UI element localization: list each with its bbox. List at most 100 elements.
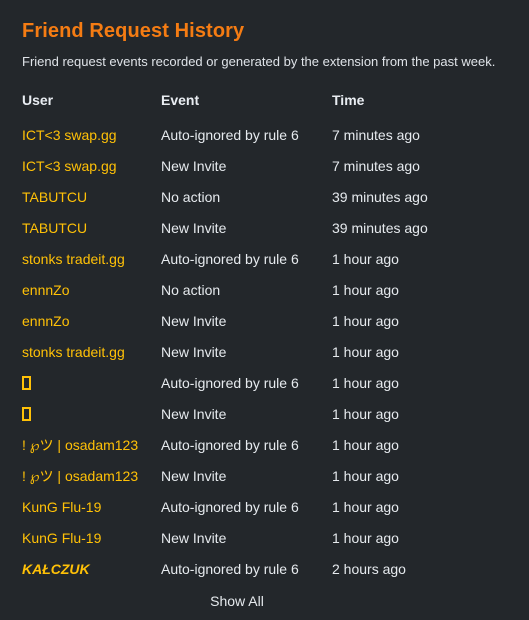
cell-event: No action bbox=[161, 181, 332, 212]
cell-time: 1 hour ago bbox=[332, 460, 524, 491]
table-body: ICT<3 swap.gg Auto-ignored by rule 6 7 min… bbox=[22, 119, 524, 584]
table-row: Auto-ignored by rule 6 1 hour ago bbox=[22, 367, 524, 398]
cell-event: New Invite bbox=[161, 522, 332, 553]
cell-time: 1 hour ago bbox=[332, 491, 524, 522]
table-row: New Invite 1 hour ago bbox=[22, 398, 524, 429]
cell-user: ennnZo bbox=[22, 274, 161, 305]
cell-time: 1 hour ago bbox=[332, 398, 524, 429]
time-label: 2 hours ago bbox=[332, 560, 406, 577]
time-label: 39 minutes ago bbox=[332, 188, 428, 205]
table-row: ! ℘ツ | osadam123 New Invite 1 hour ago bbox=[22, 460, 524, 491]
cell-time: 1 hour ago bbox=[332, 243, 524, 274]
table-row: stonks tradeit.gg Auto-ignored by rule 6 1… bbox=[22, 243, 524, 274]
friend-request-history-panel: Friend Request History Friend request ev… bbox=[0, 0, 529, 620]
event-label: Auto-ignored by rule 6 bbox=[161, 250, 299, 267]
cell-user: ICT<3 swap.gg bbox=[22, 150, 161, 181]
cell-time: 1 hour ago bbox=[332, 367, 524, 398]
cell-user: ! ℘ツ | osadam123 bbox=[22, 460, 161, 491]
table-row: KunG Flu-19 Auto-ignored by rule 6 1 hour … bbox=[22, 491, 524, 522]
cell-user: stonks tradeit.gg bbox=[22, 336, 161, 367]
username-label bbox=[22, 406, 31, 422]
column-header-user: User bbox=[22, 92, 54, 108]
event-label: Auto-ignored by rule 6 bbox=[161, 126, 299, 143]
event-label: Auto-ignored by rule 6 bbox=[161, 560, 299, 577]
event-label: New Invite bbox=[161, 219, 227, 236]
cell-user: KunG Flu-19 bbox=[22, 491, 161, 522]
username-label: stonks tradeit.gg bbox=[22, 343, 125, 360]
time-label: 1 hour ago bbox=[332, 312, 399, 329]
cell-time: 7 minutes ago bbox=[332, 150, 524, 181]
event-label: New Invite bbox=[161, 467, 227, 484]
event-label: New Invite bbox=[161, 529, 227, 546]
cell-user: stonks tradeit.gg bbox=[22, 243, 161, 274]
table-row: TABUTCU New Invite 39 minutes ago bbox=[22, 212, 524, 243]
cell-event: Auto-ignored by rule 6 bbox=[161, 367, 332, 398]
username-label: ICT<3 swap.gg bbox=[22, 126, 117, 143]
missing-glyph-icon bbox=[22, 406, 31, 421]
cell-event: Auto-ignored by rule 6 bbox=[161, 243, 332, 274]
event-label: New Invite bbox=[161, 405, 227, 422]
username-label: TABUTCU bbox=[22, 188, 88, 205]
column-header-event: Event bbox=[161, 92, 200, 108]
table-row: ICT<3 swap.gg New Invite 7 minutes ago bbox=[22, 150, 524, 181]
cell-time: 1 hour ago bbox=[332, 274, 524, 305]
cell-user: ICT<3 swap.gg bbox=[22, 119, 161, 150]
table-row: TABUTCU No action 39 minutes ago bbox=[22, 181, 524, 212]
table-row: ! ℘ツ | osadam123 Auto-ignored by rule 6 1 … bbox=[22, 429, 524, 460]
cell-user: ennnZo bbox=[22, 305, 161, 336]
time-label: 1 hour ago bbox=[332, 467, 399, 484]
username-label: ICT<3 swap.gg bbox=[22, 157, 117, 174]
table-row: KAŁCZUK Auto-ignored by rule 6 2 hours ago bbox=[22, 553, 524, 584]
username-label: KunG Flu-19 bbox=[22, 498, 102, 515]
username-label: ! ℘ツ | osadam123 bbox=[22, 436, 139, 453]
time-label: 7 minutes ago bbox=[332, 157, 420, 174]
time-label: 39 minutes ago bbox=[332, 219, 428, 236]
table-header-row: User Event Time bbox=[22, 92, 524, 119]
column-header-time: Time bbox=[332, 92, 365, 108]
username-label: ennnZo bbox=[22, 312, 70, 329]
cell-time: 39 minutes ago bbox=[332, 181, 524, 212]
cell-user: TABUTCU bbox=[22, 212, 161, 243]
username-label bbox=[22, 375, 31, 391]
cell-event: New Invite bbox=[161, 150, 332, 181]
cell-user: KAŁCZUK bbox=[22, 553, 161, 584]
event-label: No action bbox=[161, 188, 221, 205]
missing-glyph-icon bbox=[22, 375, 31, 390]
table-header: User Event Time bbox=[22, 92, 524, 119]
cell-event: No action bbox=[161, 274, 332, 305]
event-label: Auto-ignored by rule 6 bbox=[161, 498, 299, 515]
friend-request-history-table: User Event Time ICT<3 swap.gg Auto-ignore… bbox=[22, 92, 524, 584]
cell-time: 39 minutes ago bbox=[332, 212, 524, 243]
username-label: KAŁCZUK bbox=[22, 560, 90, 577]
username-label: ! ℘ツ | osadam123 bbox=[22, 467, 139, 484]
page-subtitle: Friend request events recorded or genera… bbox=[22, 54, 496, 69]
time-label: 1 hour ago bbox=[332, 436, 399, 453]
table-row: ICT<3 swap.gg Auto-ignored by rule 6 7 min… bbox=[22, 119, 524, 150]
cell-event: Auto-ignored by rule 6 bbox=[161, 119, 332, 150]
time-label: 1 hour ago bbox=[332, 529, 399, 546]
page-title: Friend Request History bbox=[22, 20, 245, 42]
username-label: stonks tradeit.gg bbox=[22, 250, 125, 267]
cell-event: New Invite bbox=[161, 212, 332, 243]
cell-time: 2 hours ago bbox=[332, 553, 524, 584]
time-label: 7 minutes ago bbox=[332, 126, 420, 143]
cell-event: New Invite bbox=[161, 460, 332, 491]
time-label: 1 hour ago bbox=[332, 374, 399, 391]
show-all-link[interactable]: Show All bbox=[210, 593, 264, 609]
username-label: ennnZo bbox=[22, 281, 70, 298]
username-label: KunG Flu-19 bbox=[22, 529, 102, 546]
table-row: ennnZo No action 1 hour ago bbox=[22, 274, 524, 305]
cell-event: Auto-ignored by rule 6 bbox=[161, 491, 332, 522]
table-row: KunG Flu-19 New Invite 1 hour ago bbox=[22, 522, 524, 553]
cell-user: KunG Flu-19 bbox=[22, 522, 161, 553]
cell-time: 1 hour ago bbox=[332, 429, 524, 460]
event-label: Auto-ignored by rule 6 bbox=[161, 374, 299, 391]
time-label: 1 hour ago bbox=[332, 250, 399, 267]
table-footer: Show All bbox=[27, 593, 507, 611]
cell-time: 1 hour ago bbox=[332, 522, 524, 553]
cell-user bbox=[22, 367, 161, 398]
username-label: TABUTCU bbox=[22, 219, 88, 236]
cell-time: 7 minutes ago bbox=[332, 119, 524, 150]
cell-user: TABUTCU bbox=[22, 181, 161, 212]
cell-event: New Invite bbox=[161, 336, 332, 367]
